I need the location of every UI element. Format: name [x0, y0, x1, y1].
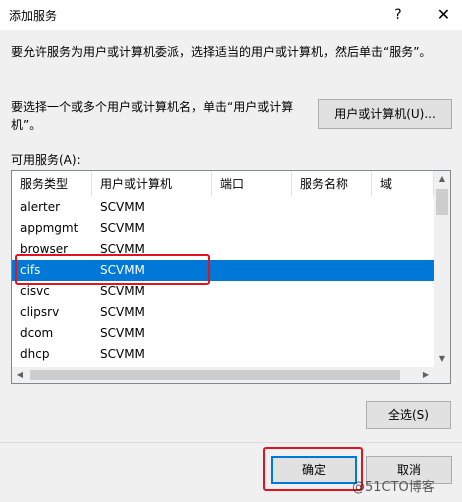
- horizontal-scroll-thumb[interactable]: [30, 370, 400, 380]
- instruction-text-1: 要允许服务为用户或计算机委派，选择适当的用户或计算机，然后单击“服务”。: [11, 45, 432, 59]
- instruction-text-2: 要选择一个或多个用户或计算机名，单击“用户或计算机”。: [11, 100, 294, 132]
- service-type-cell: appmgmt: [20, 221, 79, 235]
- user-or-computer-cell: SCVMM: [100, 305, 145, 319]
- window-title: 添加服务: [9, 9, 58, 23]
- scroll-up-icon[interactable]: ▲: [434, 171, 450, 187]
- help-button[interactable]: ?: [382, 0, 414, 30]
- service-type-cell: cifs: [20, 263, 41, 277]
- table-row[interactable]: dhcp SCVMM: [12, 344, 434, 365]
- table-row[interactable]: cisvc SCVMM: [12, 281, 434, 302]
- column-header-user-or-computer[interactable]: 用户或计算机: [92, 171, 212, 197]
- title-bar: 添加服务 ? ✕: [0, 0, 462, 30]
- scroll-thumb[interactable]: [436, 189, 448, 215]
- table-row[interactable]: appmgmt SCVMM: [12, 218, 434, 239]
- list-rows: alerter SCVMM appmgmt SCVMM browser SCVMM cifs…: [12, 197, 434, 383]
- ok-button[interactable]: 确定: [271, 456, 357, 484]
- user-or-computer-cell: SCVMM: [100, 200, 145, 214]
- scroll-down-icon[interactable]: ▼: [434, 351, 450, 367]
- user-or-computer-cell: SCVMM: [100, 221, 145, 235]
- service-type-cell: dcom: [20, 326, 54, 340]
- services-list[interactable]: 服务类型 用户或计算机 端口 服务名称 域 alerter SCVMM appmgm…: [11, 170, 451, 384]
- user-or-computer-cell: SCVMM: [100, 326, 145, 340]
- column-header-port[interactable]: 端口: [212, 171, 292, 197]
- user-or-computer-cell: SCVMM: [100, 242, 145, 256]
- table-row[interactable]: alerter SCVMM: [12, 197, 434, 218]
- scrollbar-corner: [434, 367, 450, 383]
- column-header-domain[interactable]: 域: [372, 171, 434, 197]
- close-button[interactable]: ✕: [425, 0, 462, 30]
- column-header-service-type[interactable]: 服务类型: [12, 171, 92, 197]
- service-type-cell: browser: [20, 242, 69, 256]
- watermark: @51CTO博客: [352, 480, 435, 495]
- list-header: 服务类型 用户或计算机 端口 服务名称 域: [12, 171, 434, 197]
- table-row[interactable]: clipsrv SCVMM: [12, 302, 434, 323]
- user-or-computer-cell: SCVMM: [100, 347, 145, 361]
- table-row[interactable]: browser SCVMM: [12, 239, 434, 260]
- user-or-computer-cell: SCVMM: [100, 263, 145, 277]
- divider: [0, 442, 462, 443]
- horizontal-scrollbar[interactable]: ◀ ▶: [12, 367, 434, 383]
- table-row[interactable]: dcom SCVMM: [12, 323, 434, 344]
- user-or-computer-cell: SCVMM: [100, 284, 145, 298]
- scroll-right-icon[interactable]: ▶: [418, 367, 434, 383]
- scroll-left-icon[interactable]: ◀: [12, 367, 28, 383]
- service-type-cell: clipsrv: [20, 305, 60, 319]
- available-services-label: 可用服务(A):: [11, 153, 81, 167]
- service-type-cell: cisvc: [20, 284, 50, 298]
- users-or-computers-button[interactable]: 用户或计算机(U)...: [318, 99, 452, 129]
- service-type-cell: alerter: [20, 200, 61, 214]
- table-row[interactable]: cifs SCVMM: [12, 260, 434, 281]
- service-type-cell: dhcp: [20, 347, 50, 361]
- select-all-button[interactable]: 全选(S): [366, 401, 451, 429]
- column-header-service-name[interactable]: 服务名称: [292, 171, 372, 197]
- vertical-scrollbar[interactable]: ▲ ▼: [434, 171, 450, 367]
